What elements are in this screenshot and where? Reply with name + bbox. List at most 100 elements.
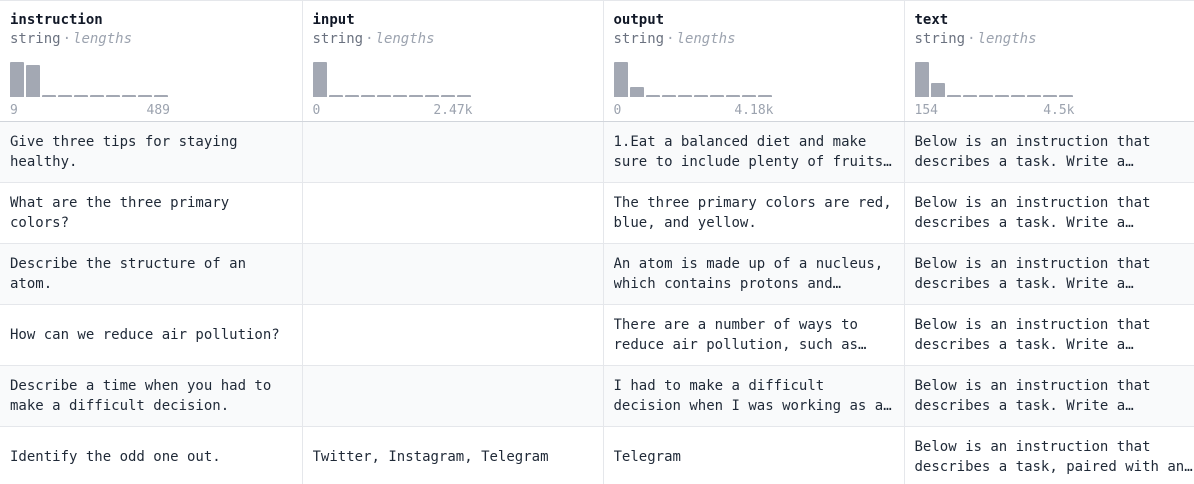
column-stat-label: lengths [977, 31, 1037, 47]
histogram-bar[interactable] [930, 83, 945, 97]
table-row[interactable]: What are the three primary colors? The th… [0, 182, 1194, 244]
cell-text: Identify the odd one out. [10, 449, 221, 465]
cell-text: How can we reduce air pollution? [10, 327, 280, 343]
histogram-bar[interactable] [613, 62, 628, 97]
cell-instruction[interactable]: Identify the odd one out. [0, 426, 303, 484]
cell-input[interactable]: Twitter, Instagram, Telegram [302, 426, 604, 484]
length-histogram [312, 62, 473, 97]
column-name: instruction [10, 12, 103, 28]
histogram-bar[interactable] [122, 95, 136, 97]
cell-text[interactable]: Below is an instruction that describes a… [904, 121, 1194, 183]
histogram-bar[interactable] [154, 95, 168, 97]
histogram-bar[interactable] [629, 87, 644, 97]
cell-output[interactable]: Telegram [603, 426, 905, 484]
histogram-bar[interactable] [757, 95, 772, 97]
histogram-bar[interactable] [456, 95, 471, 97]
histogram-bar[interactable] [1042, 95, 1057, 97]
cell-text[interactable]: Below is an instruction that describes a… [904, 304, 1194, 366]
column-header-input[interactable]: input string · lengths 0 2.47k [302, 1, 604, 122]
cell-output[interactable]: 1.Eat a balanced diet and make sure to i… [603, 121, 905, 183]
cell-text: Below is an instruction that describes a… [914, 378, 1151, 414]
histogram-bar[interactable] [661, 95, 676, 97]
cell-output[interactable]: I had to make a difficult decision when … [603, 365, 905, 427]
separator-dot: · [666, 31, 675, 47]
column-dtype: string [312, 31, 364, 47]
histogram-bar[interactable] [408, 95, 423, 97]
column-header-output[interactable]: output string · lengths 0 4.18k [603, 1, 905, 122]
histogram-bar[interactable] [42, 95, 56, 97]
column-name: output [613, 12, 665, 28]
histogram-bar[interactable] [10, 62, 24, 97]
histogram-bar[interactable] [138, 95, 152, 97]
histogram-bar[interactable] [693, 95, 708, 97]
length-histogram [10, 62, 170, 97]
histogram-bar[interactable] [978, 95, 993, 97]
cell-instruction[interactable]: How can we reduce air pollution? [0, 304, 303, 366]
histogram-bar[interactable] [1026, 95, 1041, 97]
column-dtype: string [10, 31, 61, 47]
dataset-viewer: instruction string · lengths 9 489 input string… [0, 0, 1194, 484]
histogram-bar[interactable] [26, 65, 40, 97]
histogram-bar[interactable] [392, 95, 407, 97]
cell-text[interactable]: Below is an instruction that describes a… [904, 365, 1194, 427]
cell-output[interactable]: There are a number of ways to reduce air… [603, 304, 905, 366]
length-histogram [613, 62, 774, 97]
cell-input[interactable] [302, 243, 604, 305]
histogram-bar[interactable] [312, 62, 327, 97]
table-row[interactable]: Describe a time when you had to make a d… [0, 365, 1194, 427]
cell-text[interactable]: Below is an instruction that describes a… [904, 182, 1194, 244]
cell-input[interactable] [302, 365, 604, 427]
histogram-bar[interactable] [962, 95, 977, 97]
histogram-bar[interactable] [344, 95, 359, 97]
histogram-max: 2.47k [433, 103, 473, 118]
cell-text: Below is an instruction that describes a… [914, 317, 1151, 353]
histogram-bar[interactable] [946, 95, 961, 97]
cell-instruction[interactable]: What are the three primary colors? [0, 182, 303, 244]
cell-instruction[interactable]: Describe a time when you had to make a d… [0, 365, 303, 427]
cell-text[interactable]: Below is an instruction that describes a… [904, 426, 1194, 484]
histogram-bar[interactable] [994, 95, 1009, 97]
cell-text: Twitter, Instagram, Telegram [312, 449, 549, 465]
table-row[interactable]: Give three tips for staying healthy. 1.Ea… [0, 121, 1194, 183]
cell-input[interactable] [302, 304, 604, 366]
histogram-bar[interactable] [106, 95, 120, 97]
column-stat-label: lengths [73, 31, 133, 47]
cell-text: Below is an instruction that describes a… [914, 134, 1151, 170]
histogram-bar[interactable] [360, 95, 375, 97]
histogram-bar[interactable] [376, 95, 391, 97]
column-type: string · lengths [313, 29, 593, 49]
column-stat-label: lengths [676, 31, 736, 47]
table-row[interactable]: How can we reduce air pollution? There ar… [0, 304, 1194, 366]
table-row[interactable]: Describe the structure of an atom. An ato… [0, 243, 1194, 305]
histogram-max: 4.5k [1043, 103, 1075, 118]
cell-input[interactable] [302, 182, 604, 244]
histogram-bar[interactable] [725, 95, 740, 97]
histogram-bar[interactable] [741, 95, 756, 97]
cell-instruction[interactable]: Describe the structure of an atom. [0, 243, 303, 305]
histogram-bar[interactable] [74, 95, 88, 97]
separator-dot: · [62, 31, 72, 47]
cell-text: The three primary colors are red, blue, … [613, 195, 892, 231]
cell-output[interactable]: The three primary colors are red, blue, … [603, 182, 905, 244]
histogram-bar[interactable] [328, 95, 343, 97]
histogram-min: 9 [10, 103, 18, 118]
cell-input[interactable] [302, 121, 604, 183]
histogram-bar[interactable] [709, 95, 724, 97]
cell-text: An atom is made up of a nucleus, which c… [613, 256, 884, 292]
column-header-text[interactable]: text string · lengths 154 4.5k [904, 1, 1194, 122]
histogram-bar[interactable] [424, 95, 439, 97]
table-row[interactable]: Identify the odd one out. Twitter, Instag… [0, 426, 1194, 484]
histogram-bar[interactable] [1010, 95, 1025, 97]
histogram-bar[interactable] [645, 95, 660, 97]
histogram-bar[interactable] [1058, 95, 1073, 97]
histogram-bar[interactable] [440, 95, 455, 97]
histogram-bar[interactable] [677, 95, 692, 97]
histogram-bar[interactable] [914, 62, 929, 97]
dataset-table: instruction string · lengths 9 489 input string… [0, 1, 1194, 484]
histogram-bar[interactable] [58, 95, 72, 97]
histogram-bar[interactable] [90, 95, 104, 97]
cell-text[interactable]: Below is an instruction that describes a… [904, 243, 1194, 305]
cell-output[interactable]: An atom is made up of a nucleus, which c… [603, 243, 905, 305]
column-header-instruction[interactable]: instruction string · lengths 9 489 [0, 1, 303, 122]
cell-instruction[interactable]: Give three tips for staying healthy. [0, 121, 303, 183]
